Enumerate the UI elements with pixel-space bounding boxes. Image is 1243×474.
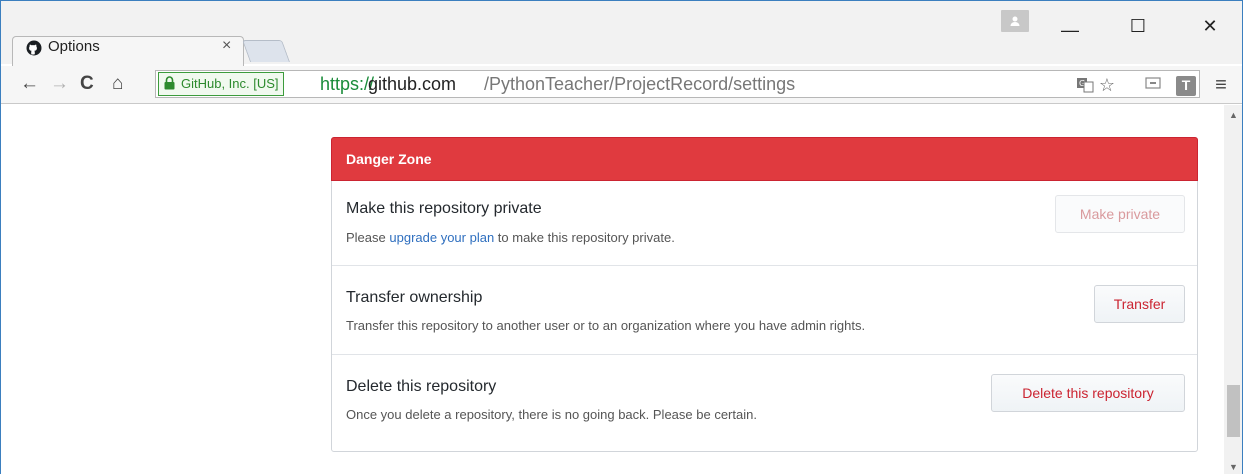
delete-repository-description: Once you delete a repository, there is n… [346, 407, 757, 422]
bookmark-star-icon[interactable]: ☆ [1098, 76, 1116, 94]
make-private-button[interactable]: Make private [1055, 195, 1185, 233]
github-icon [26, 40, 42, 56]
cast-icon[interactable] [1144, 76, 1162, 94]
scroll-down-icon[interactable]: ▼ [1229, 462, 1238, 472]
reload-icon[interactable]: C [80, 73, 94, 95]
transfer-ownership-description: Transfer this repository to another user… [346, 318, 866, 333]
lock-icon [164, 76, 175, 90]
scrollbar-thumb[interactable] [1227, 385, 1240, 437]
upgrade-plan-link[interactable]: upgrade your plan [389, 230, 494, 245]
transfer-ownership-title: Transfer ownership [346, 289, 483, 306]
make-private-description: Please upgrade your plan to make this re… [346, 230, 675, 245]
close-window-button[interactable]: ✕ [1190, 16, 1230, 37]
make-private-title: Make this repository private [346, 200, 542, 217]
delete-repository-title: Delete this repository [346, 378, 497, 395]
url-host: github.com [368, 74, 457, 94]
translate-icon[interactable]: G [1076, 76, 1094, 94]
home-icon[interactable]: ⌂ [112, 73, 123, 95]
url-scheme: https:// [320, 74, 375, 94]
transfer-button[interactable]: Transfer [1094, 285, 1185, 323]
extension-t-icon[interactable]: T [1176, 76, 1196, 96]
row-divider [332, 265, 1197, 266]
maximize-button[interactable]: ☐ [1118, 16, 1158, 37]
url-path: /PythonTeacher/ProjectRecord/settings [484, 74, 796, 94]
minimize-button[interactable]: — [1050, 20, 1090, 41]
row-divider [332, 354, 1197, 355]
new-tab-button[interactable] [241, 40, 291, 62]
tab-close-icon[interactable]: × [222, 37, 231, 55]
delete-repository-button[interactable]: Delete this repository [991, 374, 1185, 412]
profile-icon[interactable] [1001, 10, 1029, 32]
scroll-up-icon[interactable]: ▲ [1229, 110, 1238, 120]
menu-icon[interactable]: ≡ [1212, 75, 1230, 95]
back-icon[interactable]: ← [20, 73, 39, 95]
browser-tab[interactable] [12, 36, 244, 66]
tab-title: Options [48, 38, 100, 55]
danger-zone-header: Danger Zone [331, 137, 1198, 181]
forward-icon[interactable]: → [50, 73, 69, 95]
ev-certificate-badge[interactable]: GitHub, Inc. [US] [158, 72, 284, 96]
